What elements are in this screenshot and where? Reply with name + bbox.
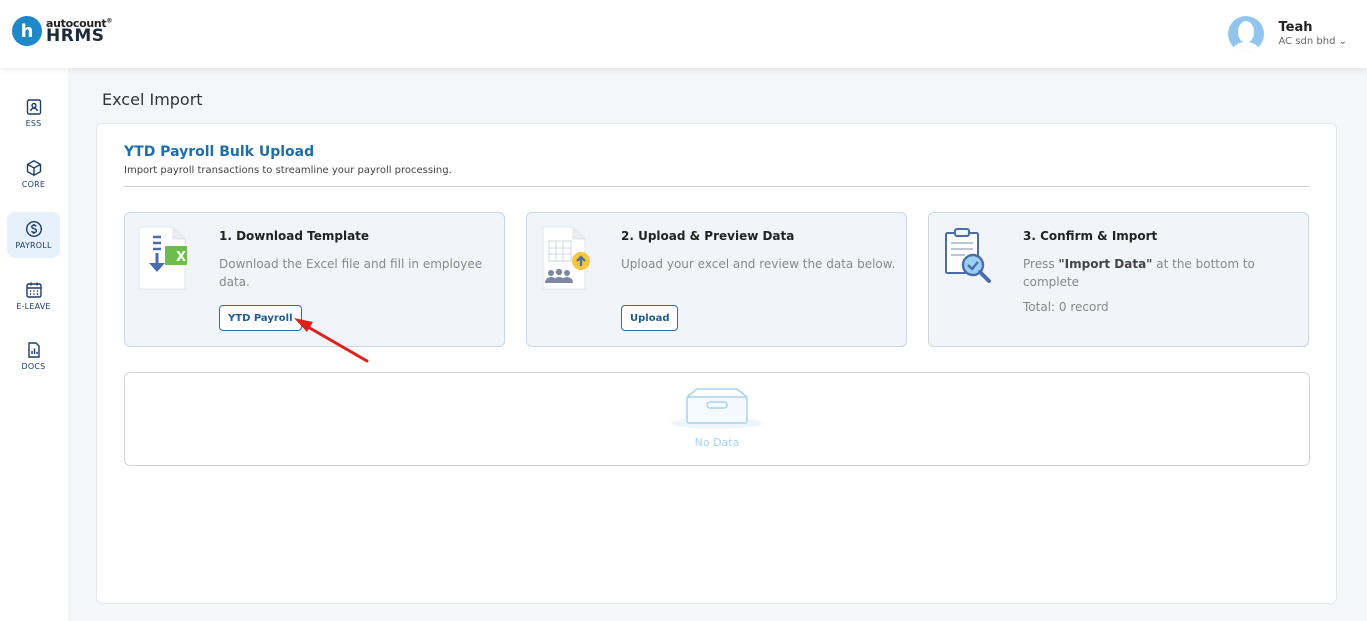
step-1-title: 1. Download Template bbox=[219, 229, 370, 243]
avatar[interactable] bbox=[1228, 16, 1265, 52]
step-2-title: 2. Upload & Preview Data bbox=[621, 229, 795, 243]
company-selector[interactable]: AC sdn bhd ⌄ bbox=[1278, 36, 1347, 48]
step-3-description: Press "Import Data" at the bottom to com… bbox=[1023, 257, 1255, 289]
upload-preview-icon bbox=[542, 226, 590, 290]
step-1-description: Download the Excel file and fill in empl… bbox=[219, 257, 483, 289]
preview-table: No Data bbox=[124, 372, 1310, 466]
no-data-text: No Data bbox=[694, 436, 740, 449]
calendar-icon bbox=[25, 282, 42, 298]
sidebar-item-payroll[interactable]: PAYROLL bbox=[7, 212, 60, 258]
step-upload-preview: 2. Upload & Preview Data Upload your exc… bbox=[526, 212, 907, 347]
sidebar-item-ess[interactable]: ESS bbox=[7, 90, 60, 136]
record-total: Total: 0 record bbox=[1023, 300, 1109, 314]
empty-box-icon bbox=[671, 388, 763, 429]
step-3-title: 3. Confirm & Import bbox=[1023, 229, 1158, 243]
upload-button[interactable]: Upload bbox=[621, 305, 679, 331]
user-name: Teah bbox=[1278, 20, 1313, 36]
card-subtitle: Import payroll transactions to streamlin… bbox=[124, 165, 452, 176]
ess-icon bbox=[26, 99, 41, 115]
cube-icon bbox=[26, 159, 41, 177]
step-download-template: X 1. Download Template Download the Exce… bbox=[124, 212, 505, 347]
page-title: Excel Import bbox=[102, 90, 203, 109]
step-2-description: Upload your excel and review the data be… bbox=[621, 257, 896, 271]
logo-icon: h bbox=[12, 16, 42, 46]
chevron-down-icon: ⌄ bbox=[1338, 35, 1347, 47]
excel-download-icon: X bbox=[138, 226, 187, 290]
top-header: h autocount® HRMS Teah AC sdn bhd ⌄ bbox=[0, 0, 1367, 68]
card-title: YTD Payroll Bulk Upload bbox=[124, 144, 315, 160]
ytd-payroll-template-button[interactable]: YTD Payroll bbox=[219, 305, 302, 331]
clipboard-check-icon bbox=[945, 228, 991, 283]
sidebar-item-core[interactable]: CORE bbox=[7, 151, 60, 197]
svg-text:X: X bbox=[176, 250, 186, 265]
bulk-upload-card: YTD Payroll Bulk Upload Import payroll t… bbox=[96, 123, 1337, 604]
sidebar-item-e-leave[interactable]: E-LEAVE bbox=[7, 273, 60, 319]
logo-name-bottom: HRMS bbox=[46, 25, 105, 46]
sidebar-item-docs[interactable]: DOCS bbox=[7, 333, 60, 379]
sidebar: ESS CORE PAYROLL E-LEAVE DOCS bbox=[0, 68, 68, 621]
step-confirm-import: 3. Confirm & Import Press "Import Data" … bbox=[928, 212, 1309, 347]
app-logo[interactable]: h autocount® HRMS bbox=[12, 16, 112, 46]
divider bbox=[124, 186, 1310, 187]
document-chart-icon bbox=[27, 342, 40, 358]
dollar-circle-icon bbox=[25, 220, 42, 238]
user-menu[interactable]: Teah AC sdn bhd ⌄ bbox=[1228, 16, 1347, 52]
